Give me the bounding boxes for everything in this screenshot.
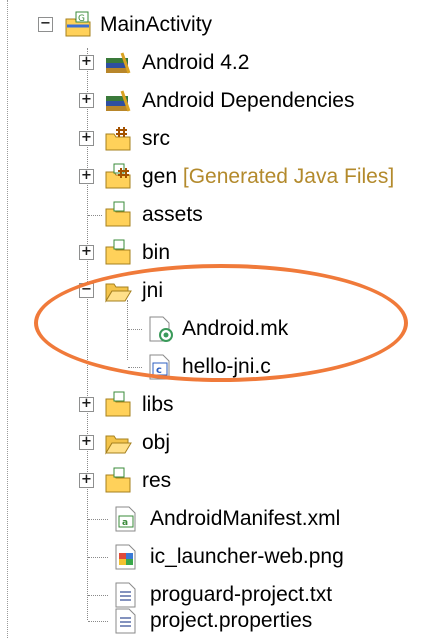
tree-item-label: Android Dependencies	[142, 89, 355, 112]
expand-toggle[interactable]: +	[79, 131, 94, 146]
expand-toggle[interactable]: +	[79, 169, 94, 184]
folder-icon	[105, 391, 131, 417]
folder-icon	[105, 467, 131, 493]
open-folder-icon	[105, 283, 132, 303]
library-icon	[106, 52, 131, 74]
tree-item-label: MainActivity	[100, 13, 213, 36]
connector-line	[88, 557, 108, 558]
tree-item-name: gen	[142, 165, 178, 188]
tree-item-label: Android 4.2	[142, 51, 250, 74]
expand-toggle[interactable]: +	[79, 397, 94, 412]
text-file-icon	[115, 608, 136, 634]
generated-suffix: [Generated Java Files]	[182, 165, 395, 188]
tree-item-label: src	[142, 127, 170, 150]
expand-toggle[interactable]: +	[79, 245, 94, 260]
collapse-toggle[interactable]: −	[38, 17, 53, 32]
source-folder-icon	[105, 127, 131, 151]
expand-toggle[interactable]: +	[79, 55, 94, 70]
svg-text:c: c	[156, 365, 162, 376]
project-icon: G	[65, 11, 91, 37]
expand-toggle[interactable]: +	[79, 435, 94, 450]
tree-item-label: libs	[142, 393, 174, 416]
expand-toggle[interactable]: +	[79, 93, 94, 108]
connector-line	[128, 329, 142, 330]
tree-item-label: Android.mk	[182, 317, 289, 340]
connector-line	[88, 215, 102, 216]
tree-item-label: AndroidManifest.xml	[150, 507, 341, 530]
tree-item-label: project.properties	[150, 609, 313, 632]
text-file-icon	[115, 582, 136, 608]
folder-icon	[105, 239, 131, 265]
source-folder-icon	[105, 163, 131, 189]
connector-line	[88, 595, 108, 596]
mk-file-icon	[149, 316, 173, 342]
open-folder-icon	[105, 435, 132, 455]
collapse-toggle[interactable]: −	[79, 283, 94, 298]
folder-icon	[105, 201, 131, 227]
svg-text:G: G	[78, 14, 85, 24]
connector-line	[128, 367, 142, 368]
connector-line	[127, 300, 128, 360]
library-icon	[106, 90, 131, 112]
expand-toggle[interactable]: +	[79, 473, 94, 488]
project-explorer-tree: − G MainActivity + Android 4.2 + Android…	[0, 0, 440, 638]
xml-file-icon: a	[115, 506, 136, 532]
connector-line	[88, 621, 108, 622]
tree-item-label: assets	[142, 203, 203, 226]
tree-item-label: proguard-project.txt	[150, 583, 333, 606]
tree-item-label: gen [Generated Java Files]	[142, 163, 394, 191]
tree-item-label: res	[142, 469, 172, 492]
tree-item-label: bin	[142, 241, 171, 264]
tree-item-label: obj	[142, 431, 171, 454]
tree-item-label: ic_launcher-web.png	[150, 545, 344, 568]
tree-item-label: jni	[142, 279, 164, 302]
c-file-icon: c	[149, 354, 170, 380]
tree-item-label: hello-jni.c	[182, 355, 271, 378]
connector-line	[88, 519, 108, 520]
svg-text:a: a	[122, 518, 128, 528]
image-file-icon	[115, 544, 136, 570]
